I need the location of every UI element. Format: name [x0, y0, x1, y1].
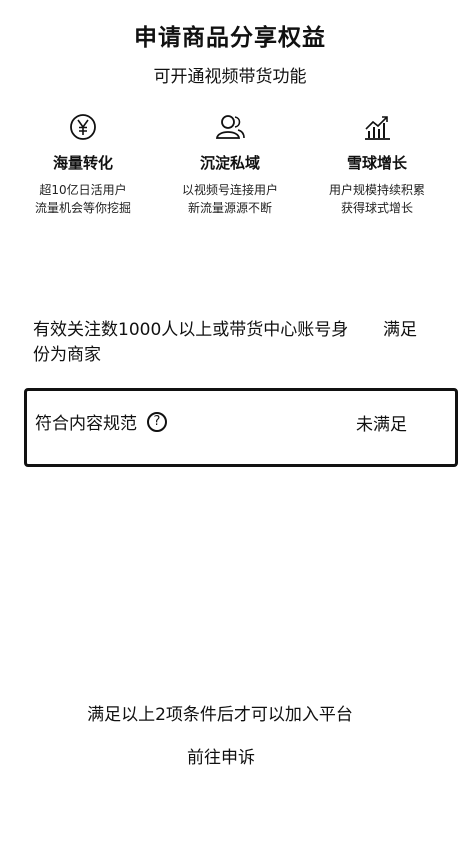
- benefit-name: 海量转化: [52, 154, 113, 172]
- benefit-description: 超10亿日活用户 流量机会等你挖掘: [34, 183, 131, 215]
- help-icon[interactable]: ?: [147, 411, 167, 432]
- benefit-name: 沉淀私域: [199, 154, 260, 172]
- benefit-item: 沉淀私域 以视频号连接用户 新流量源源不断: [165, 112, 295, 217]
- appeal-link[interactable]: 前往申诉: [0, 743, 442, 768]
- benefit-item: 海量转化 超10亿日活用户 流量机会等你挖掘: [18, 112, 148, 217]
- condition-text: 有效关注数1000人以上或带货中心账号身份为商家: [33, 320, 349, 365]
- benefit-name: 雪球增长: [346, 154, 407, 172]
- benefit-description: 以视频号连接用户 新流量源源不断: [181, 183, 278, 215]
- condition-status: 未满足: [356, 415, 407, 435]
- condition-status: 满足: [383, 320, 417, 340]
- growth-chart-icon: [312, 112, 442, 142]
- condition-content-compliance[interactable]: 符合内容规范 ? 未满足: [24, 388, 458, 467]
- benefit-description: 用户规模持续积累 获得球式增长: [328, 183, 425, 215]
- page-title: 申请商品分享权益: [134, 25, 326, 51]
- benefit-item: 雪球增长 用户规模持续积累 获得球式增长: [312, 112, 442, 217]
- requirement-note: 满足以上2项条件后才可以加入平台: [87, 705, 353, 725]
- users-icon: [165, 112, 295, 142]
- benefits-row: 海量转化 超10亿日活用户 流量机会等你挖掘 沉淀私域 以视频号连接用户 新流量…: [0, 112, 460, 217]
- page-subtitle: 可开通视频带货功能: [153, 67, 307, 87]
- condition-text: 符合内容规范: [35, 414, 137, 434]
- yuan-icon: [18, 112, 148, 142]
- condition-followers: 有效关注数1000人以上或带货中心账号身份为商家 满足: [33, 318, 433, 368]
